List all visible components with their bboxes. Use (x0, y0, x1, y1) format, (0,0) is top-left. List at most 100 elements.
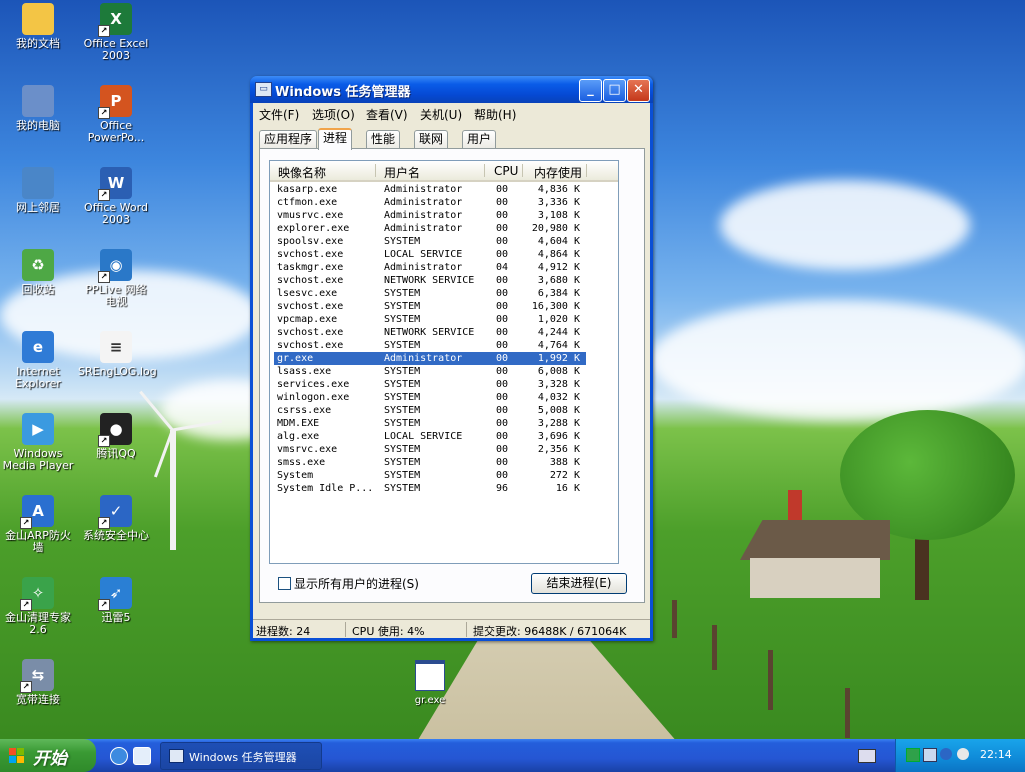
title-bar[interactable]: ▭ Windows 任务管理器 _ □ ✕ (250, 76, 653, 103)
end-process-button[interactable]: 结束进程(E) (531, 573, 627, 594)
tab-networking[interactable]: 联网 (414, 130, 449, 148)
table-row[interactable]: vmsrvc.exe SYSTEM 00 2,356 K (274, 443, 586, 456)
cottage (740, 490, 890, 600)
fence-post (672, 600, 677, 638)
desktop-icon[interactable]: ≡ SREngLOG.log (78, 331, 157, 378)
system-tray: 22:14 (895, 739, 1025, 772)
table-row[interactable]: svchost.exe NETWORK SERVICE 00 3,680 K (274, 274, 586, 287)
desktop-icon[interactable]: ♻ 回收站 (0, 249, 76, 296)
table-row[interactable]: svchost.exe LOCAL SERVICE 00 4,864 K (274, 248, 586, 261)
maximize-button[interactable]: □ (603, 79, 626, 102)
desktop-icon[interactable]: A ↗ 金山ARP防火 墙 (0, 495, 76, 554)
table-row[interactable]: MDM.EXE SYSTEM 00 3,288 K (274, 417, 586, 430)
desktop-icon[interactable]: W ↗ Office Word 2003 (78, 167, 154, 226)
desktop-icon[interactable]: ◉ ↗ PPLive 网络 电视 (78, 249, 154, 308)
desktop-icon[interactable]: ✧ ↗ 金山清理专家 2.6 (0, 577, 76, 636)
desktop-icon[interactable]: ➶ ↗ 迅雷5 (78, 577, 154, 624)
table-row[interactable]: svchost.exe SYSTEM 00 4,764 K (274, 339, 586, 352)
desktop: 我的文档 X ↗ Office Excel 2003 我的电脑 P ↗ Office Powe… (0, 0, 1025, 739)
column-memory[interactable]: 内存使用 (534, 164, 582, 181)
table-row[interactable]: vpcmap.exe SYSTEM 00 1,020 K (274, 313, 586, 326)
show-desktop-icon[interactable] (133, 747, 151, 765)
table-row[interactable]: System SYSTEM 00 272 K (274, 469, 586, 482)
desktop-icon-label: 迅雷5 (101, 611, 131, 624)
clock[interactable]: 22:14 (980, 748, 1012, 761)
my-computer-icon (22, 85, 54, 117)
checkbox-box[interactable] (278, 577, 291, 590)
desktop-icon[interactable]: ● ↗ 腾讯QQ (78, 413, 154, 460)
table-row[interactable]: lsesvc.exe SYSTEM 00 6,384 K (274, 287, 586, 300)
menu-view[interactable]: 查看(V) (366, 106, 408, 123)
minimize-button[interactable]: _ (579, 79, 602, 102)
table-row[interactable]: explorer.exe Administrator 00 20,980 K (274, 222, 586, 235)
tray-monitor-icon[interactable] (906, 748, 920, 762)
desktop-icon[interactable]: 网上邻居 (0, 167, 76, 214)
desktop-icon[interactable]: 我的电脑 (0, 85, 76, 132)
table-row[interactable]: kasarp.exe Administrator 00 4,836 K (274, 183, 586, 196)
process-list[interactable]: 映像名称 用户名 CPU 内存使用 kasarp.exe Administrato… (269, 160, 619, 564)
table-row[interactable]: svchost.exe SYSTEM 00 16,300 K (274, 300, 586, 313)
text-file-icon: ≡ (100, 331, 132, 363)
table-row[interactable]: csrss.exe SYSTEM 00 5,008 K (274, 404, 586, 417)
table-row[interactable]: alg.exe LOCAL SERVICE 00 3,696 K (274, 430, 586, 443)
cell-user-name: Administrator (384, 223, 463, 234)
folder-documents-icon (22, 3, 54, 35)
shortcut-arrow-icon: ↗ (98, 107, 110, 119)
cell-image-name: alg.exe (277, 431, 320, 442)
cell-cpu: 00 (496, 249, 509, 260)
table-row[interactable]: services.exe SYSTEM 00 3,328 K (274, 378, 586, 391)
tab-applications[interactable]: 应用程序 (259, 130, 318, 148)
table-row[interactable]: gr.exe Administrator 00 1,992 K (274, 352, 586, 365)
cell-user-name: SYSTEM (384, 301, 421, 312)
table-row[interactable]: smss.exe SYSTEM 00 388 K (274, 456, 586, 469)
table-row[interactable]: ctfmon.exe Administrator 00 3,336 K (274, 196, 586, 209)
desktop-icon[interactable]: e Internet Explorer (0, 331, 76, 390)
tab-performance[interactable]: 性能 (366, 130, 401, 148)
network-icon[interactable] (923, 748, 937, 762)
taskbar-button-task-manager[interactable]: Windows 任务管理器 (160, 742, 322, 770)
task-manager-window[interactable]: ▭ Windows 任务管理器 _ □ ✕ 文件(F) 选项(O) 查看(V) … (250, 76, 653, 641)
tab-processes[interactable]: 进程 (318, 128, 353, 150)
desktop-icon[interactable]: X ↗ Office Excel 2003 (78, 3, 154, 62)
table-row[interactable]: winlogon.exe SYSTEM 00 4,032 K (274, 391, 586, 404)
desktop-icon[interactable]: ✓ ↗ 系统安全中心 (78, 495, 154, 542)
cell-memory: 16,300 K (531, 301, 580, 312)
cell-image-name: lsass.exe (277, 366, 332, 377)
menu-options[interactable]: 选项(O) (312, 106, 355, 123)
menu-help[interactable]: 帮助(H) (474, 106, 516, 123)
table-row[interactable]: taskmgr.exe Administrator 04 4,912 K (274, 261, 586, 274)
table-row[interactable]: vmusrvc.exe Administrator 00 3,108 K (274, 209, 586, 222)
menu-shutdown[interactable]: 关机(U) (420, 106, 462, 123)
security-shield-icon[interactable] (940, 748, 952, 760)
volume-icon[interactable] (957, 748, 969, 760)
cell-user-name: SYSTEM (384, 444, 421, 455)
desktop-icon[interactable]: 我的文档 (0, 3, 76, 50)
cell-memory: 4,244 K (537, 327, 580, 338)
cell-cpu: 00 (496, 301, 509, 312)
cell-user-name: SYSTEM (384, 418, 421, 429)
cell-image-name: System Idle P... (277, 483, 374, 494)
table-row[interactable]: System Idle P... SYSTEM 96 16 K (274, 482, 586, 495)
column-user-name[interactable]: 用户名 (384, 164, 420, 181)
table-row[interactable]: spoolsv.exe SYSTEM 00 4,604 K (274, 235, 586, 248)
menu-file[interactable]: 文件(F) (259, 106, 299, 123)
desktop-icon[interactable]: ▶ Windows Media Player (0, 413, 76, 472)
cell-cpu: 00 (496, 288, 509, 299)
desktop-file-gr-exe[interactable]: gr.exe (400, 660, 460, 706)
keyboard-icon[interactable] (858, 749, 876, 763)
show-all-users-checkbox[interactable]: 显示所有用户的进程(S) (278, 575, 419, 592)
cell-memory: 388 K (549, 457, 580, 468)
desktop-icon[interactable]: ⇆ ↗ 宽带连接 (0, 659, 76, 706)
column-cpu[interactable]: CPU (494, 164, 518, 178)
cell-user-name: SYSTEM (384, 366, 421, 377)
table-row[interactable]: lsass.exe SYSTEM 00 6,008 K (274, 365, 586, 378)
column-image-name[interactable]: 映像名称 (278, 164, 326, 181)
table-row[interactable]: svchost.exe NETWORK SERVICE 00 4,244 K (274, 326, 586, 339)
start-button[interactable]: 开始 (0, 739, 96, 772)
task-manager-icon (169, 749, 184, 763)
desktop-icon-label: Internet Explorer (15, 365, 61, 390)
close-button[interactable]: ✕ (627, 79, 650, 102)
tab-users[interactable]: 用户 (462, 130, 497, 148)
desktop-icon[interactable]: P ↗ Office PowerPo... (78, 85, 154, 144)
ie-quicklaunch-icon[interactable] (110, 747, 128, 765)
